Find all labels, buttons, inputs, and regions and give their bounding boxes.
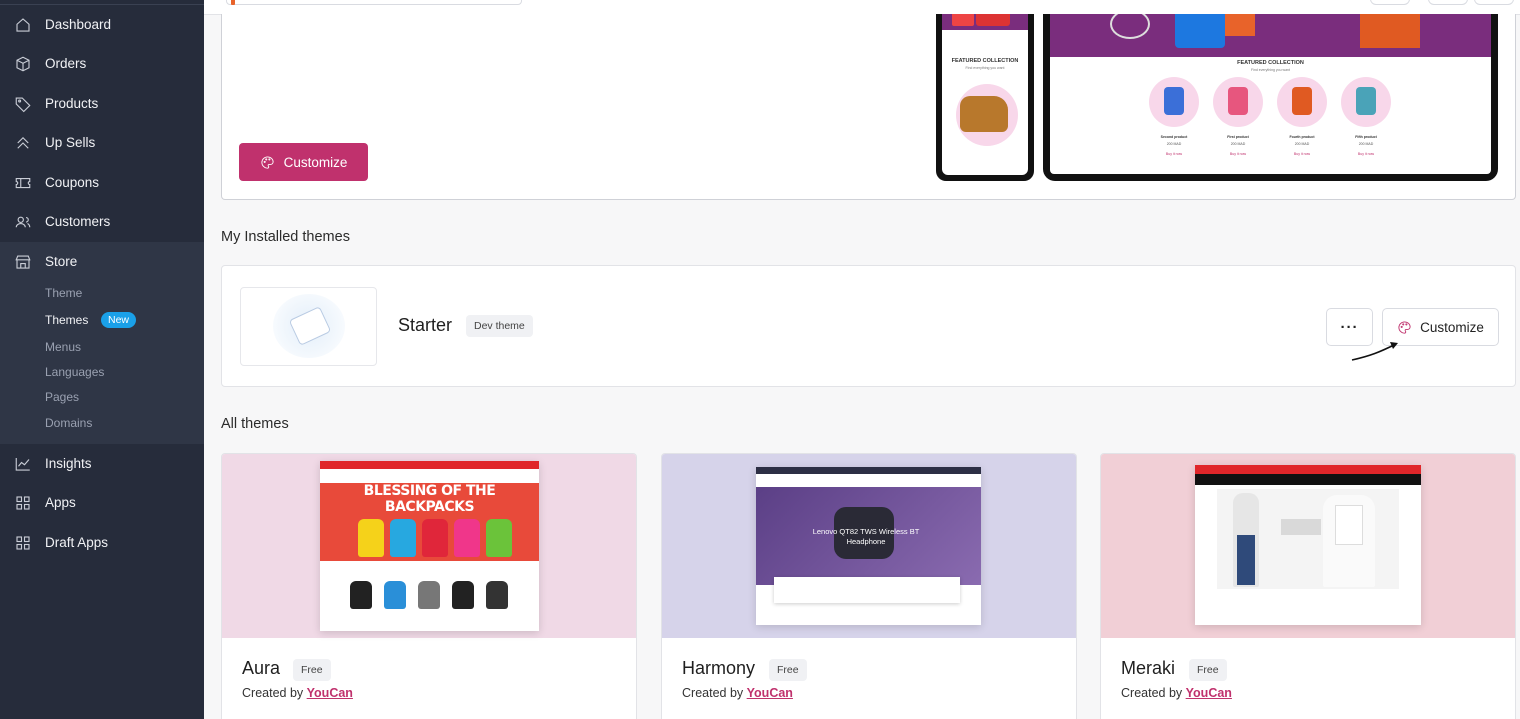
price-tag: Free [769,659,807,681]
sidebar-sub-menus[interactable]: Menus [45,340,81,354]
search-input[interactable] [226,0,522,5]
brand-mark-icon [231,0,235,5]
sidebar-sub-domains[interactable]: Domains [45,416,92,430]
preview-subheading: Find everything you want [1251,68,1290,72]
preview-subheading: Find everything you want [965,66,1005,70]
top-bar-button[interactable] [1474,0,1514,5]
sidebar-item-insights[interactable]: Insights [0,444,204,483]
sidebar-item-store[interactable]: Store [0,242,204,281]
desktop-preview: FEATURED COLLECTION Find everything you … [1043,14,1498,181]
all-themes-title: All themes [221,416,289,432]
theme-screenshot: BLESSING OF THE BACKPACKS [320,461,539,631]
theme-preview: BLESSING OF THE BACKPACKS [222,454,636,638]
theme-thumbnail [240,287,377,366]
theme-preview-heading: Lenovo QT82 TWS Wireless BT Headphone [812,527,920,546]
sidebar-item-products[interactable]: Products [0,84,204,123]
theme-preview: Lenovo QT82 TWS Wireless BT Headphone [662,454,1076,638]
sidebar-item-draft-apps[interactable]: Draft Apps [0,523,204,562]
sidebar-sub-pages[interactable]: Pages [45,390,79,404]
pointer-arrow-icon [1351,342,1398,361]
new-badge: New [101,312,137,328]
preview-product: Fourth product 200 MAD Buy it now [1273,77,1331,157]
top-bar-button[interactable] [1428,0,1468,5]
sidebar-item-orders[interactable]: Orders [0,44,204,83]
preview-product: First product 200 MAD Buy it now [1209,77,1267,157]
theme-preview-heading: BLESSING OF THE BACKPACKS [363,483,496,515]
theme-card-meraki[interactable]: Meraki Free Created by YouCan [1100,453,1516,719]
theme-author: Created by YouCan [242,686,353,700]
palette-icon [1398,320,1411,334]
sidebar-item-label: Insights [45,456,92,471]
chevrons-up-icon [14,134,32,152]
theme-screenshot: Lenovo QT82 TWS Wireless BT Headphone [756,467,981,625]
sidebar-item-label: Store [45,254,78,269]
sidebar-item-coupons[interactable]: Coupons [0,163,204,202]
top-bar-button[interactable] [1370,0,1410,5]
grid-icon [14,494,32,512]
sidebar-item-label: Orders [45,56,87,71]
sidebar-item-label: Draft Apps [45,535,109,550]
customize-current-theme-button[interactable]: Customize [239,143,368,181]
grid-icon [14,534,32,552]
sidebar-item-label: Dashboard [45,17,112,32]
tag-icon [14,95,32,113]
sidebar-item-label: Coupons [45,175,100,190]
sidebar-item-up-sells[interactable]: Up Sells [0,123,204,162]
top-bar [204,0,1520,15]
users-icon [14,213,32,231]
preview-heading: FEATURED COLLECTION [1237,60,1304,66]
sidebar-item-label: Customers [45,214,111,229]
author-link[interactable]: YouCan [307,686,353,700]
sidebar-item-apps[interactable]: Apps [0,483,204,522]
preview-heading: FEATURED COLLECTION [951,58,1019,64]
customize-label: Customize [1420,319,1484,335]
installed-theme-card: Starter Dev theme ··· Customize [221,265,1516,387]
preview-product: Fifth product 200 MAD Buy it now [1337,77,1395,157]
author-link[interactable]: YouCan [1186,686,1232,700]
theme-name: Harmony [682,658,756,678]
chart-line-icon [14,455,32,473]
current-theme-card: Customize FEATURED COLLECTION Find every… [221,14,1516,200]
theme-preview [1101,454,1515,638]
box-icon [14,55,32,73]
home-icon [14,16,32,34]
theme-name: Aura [242,658,281,678]
sidebar-item-dashboard[interactable]: Dashboard [0,5,204,44]
theme-card-harmony[interactable]: Lenovo QT82 TWS Wireless BT Headphone Ha… [661,453,1077,719]
sidebar-item-label: Up Sells [45,135,96,150]
mobile-preview: FEATURED COLLECTION Find everything you … [936,14,1034,181]
author-link[interactable]: YouCan [747,686,793,700]
sidebar-item-label: Products [45,96,99,111]
sidebar-sub-languages[interactable]: Languages [45,365,104,379]
theme-name: Meraki [1121,658,1176,678]
ticket-icon [14,174,32,192]
sidebar-sub-themes[interactable]: Themes [45,313,88,327]
sidebar: Dashboard Orders Products Up Sells Coupo… [0,0,204,719]
price-tag: Free [1189,659,1227,681]
store-icon [14,253,32,271]
dev-theme-tag: Dev theme [466,315,533,337]
preview-product: Second product 200 MAD Buy it now [1145,77,1203,157]
theme-card-aura[interactable]: BLESSING OF THE BACKPACKS Aura Free Crea… [221,453,637,719]
sidebar-sub-theme[interactable]: Theme [45,286,82,300]
theme-author: Created by YouCan [1121,686,1232,700]
price-tag: Free [293,659,331,681]
theme-author: Created by YouCan [682,686,793,700]
installed-theme-name: Starter [398,315,453,335]
customize-label: Customize [283,154,348,170]
palette-icon [261,155,274,169]
sidebar-item-customers[interactable]: Customers [0,202,204,241]
theme-screenshot [1195,465,1421,625]
sidebar-item-label: Apps [45,495,76,510]
installed-themes-title: My Installed themes [221,229,350,245]
